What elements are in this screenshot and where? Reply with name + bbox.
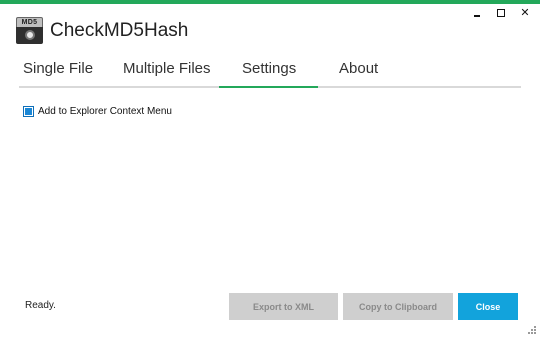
tab-multiple-files[interactable]: Multiple Files: [123, 60, 211, 88]
status-text: Ready.: [25, 300, 56, 311]
resize-grip-icon[interactable]: [528, 326, 536, 334]
close-window-button[interactable]: ✕: [518, 6, 532, 20]
minimize-button[interactable]: [470, 6, 484, 20]
close-icon: ✕: [520, 7, 530, 19]
tab-bar: Single File Multiple Files Settings Abou…: [19, 56, 521, 88]
tab-single-file[interactable]: Single File: [23, 60, 93, 88]
app-header: MD5 CheckMD5Hash: [16, 17, 188, 44]
app-title: CheckMD5Hash: [50, 19, 189, 41]
copy-clipboard-button[interactable]: Copy to Clipboard: [343, 293, 453, 320]
maximize-icon: [497, 9, 505, 17]
minimize-icon: [474, 15, 480, 18]
close-button[interactable]: Close: [458, 293, 518, 320]
active-tab-indicator: [219, 86, 318, 88]
tab-settings[interactable]: Settings: [242, 60, 296, 88]
context-menu-checkbox[interactable]: [23, 106, 34, 117]
export-xml-button[interactable]: Export to XML: [229, 293, 338, 320]
app-logo-icon: MD5: [16, 17, 43, 44]
window-controls: ✕: [470, 6, 532, 20]
checkbox-checked-mark: [25, 108, 32, 115]
tab-about[interactable]: About: [339, 60, 378, 88]
window-accent-bar: [0, 0, 540, 4]
maximize-button[interactable]: [494, 6, 508, 20]
context-menu-setting: Add to Explorer Context Menu: [23, 106, 172, 117]
context-menu-label: Add to Explorer Context Menu: [38, 106, 172, 117]
